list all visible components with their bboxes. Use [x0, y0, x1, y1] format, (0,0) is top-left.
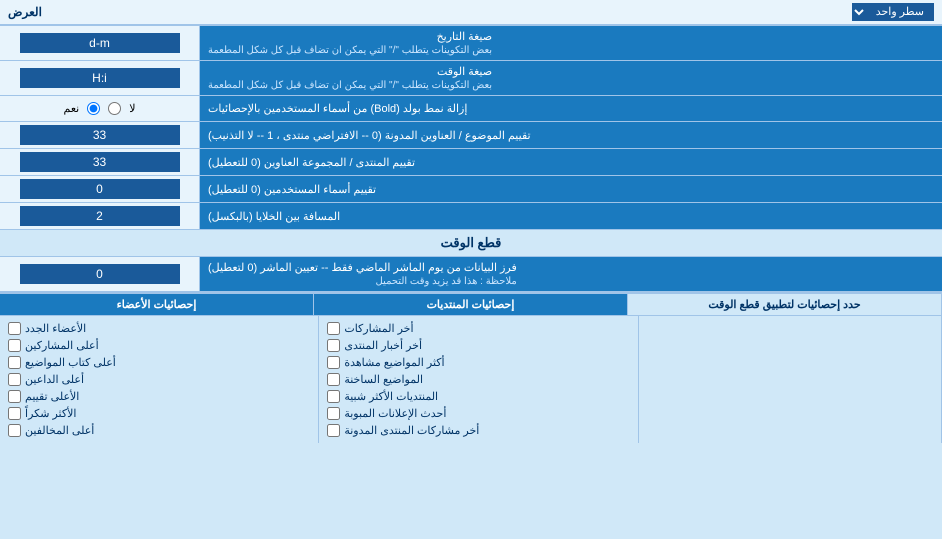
topic-order-label: تقييم الموضوع / العناوين المدونة (0 -- ا… [200, 122, 942, 148]
time-cut-row: فرز البيانات من يوم الماشر الماضي فقط --… [0, 257, 942, 292]
top-header: سطر واحد سطرين ثلاثة أسطر العرض [0, 0, 942, 26]
forum-order-input-cell [0, 149, 200, 175]
list-item: أخر مشاركات المنتدى المدونة [327, 422, 629, 439]
user-names-label: تقييم أسماء المستخدمين (0 للتعطيل) [200, 176, 942, 202]
forum-stats-header: إحصائيات المنتديات [314, 294, 628, 315]
forum-order-label: تقييم المنتدى / المجموعة العناوين (0 للت… [200, 149, 942, 175]
list-item: أخر المشاركات [327, 320, 629, 337]
list-item: الأعلى تقييم [8, 388, 310, 405]
user-names-input[interactable] [20, 179, 180, 199]
member-stats-header: إحصائيات الأعضاء [0, 294, 314, 315]
checkbox-forum-6[interactable] [327, 407, 340, 420]
top-header-right-label: العرض [8, 5, 42, 19]
time-cut-input-cell [0, 257, 200, 291]
time-format-row: صيغة الوقت بعض التكوينات يتطلب "/" التي … [0, 61, 942, 96]
spacing-input-cell [0, 203, 200, 229]
list-item: أعلى كتاب المواضيع [8, 354, 310, 371]
checkbox-member-6[interactable] [8, 407, 21, 420]
list-item: أعلى المخالفين [8, 422, 310, 439]
top-header-left: سطر واحد سطرين ثلاثة أسطر [852, 3, 934, 21]
list-item: أعلى الداعين [8, 371, 310, 388]
list-item: المنتديات الأكثر شبية [327, 388, 629, 405]
spacing-row: المسافة بين الخلايا (بالبكسل) [0, 203, 942, 230]
time-format-label: صيغة الوقت بعض التكوينات يتطلب "/" التي … [200, 61, 942, 95]
bold-no-label: لا [129, 102, 135, 115]
checkbox-member-4[interactable] [8, 373, 21, 386]
list-item: أخر أخبار المنتدى [327, 337, 629, 354]
list-item: أكثر المواضيع مشاهدة [327, 354, 629, 371]
list-item: الأعضاء الجدد [8, 320, 310, 337]
checkbox-member-1[interactable] [8, 322, 21, 335]
list-item: الأكثر شكراً [8, 405, 310, 422]
member-stats-column: الأعضاء الجدد أعلى المشاركين أعلى كتاب ا… [0, 316, 319, 443]
time-format-input[interactable] [20, 68, 180, 88]
checkbox-forum-1[interactable] [327, 322, 340, 335]
list-item: أحدث الإعلانات المبوبة [327, 405, 629, 422]
time-cut-header: قطع الوقت [0, 230, 942, 257]
list-item: المواضيع الساخنة [327, 371, 629, 388]
empty-col [639, 316, 942, 443]
date-format-row: صيغة التاريخ بعض التكوينات يتطلب "/" الت… [0, 26, 942, 61]
bold-remove-label: إزالة نمط بولد (Bold) من أسماء المستخدمي… [200, 96, 942, 121]
bottom-content: أخر المشاركات أخر أخبار المنتدى أكثر الم… [0, 316, 942, 443]
time-format-input-cell [0, 61, 200, 95]
checkbox-forum-7[interactable] [327, 424, 340, 437]
bold-remove-radio-cell: لا نعم [0, 96, 200, 121]
checkbox-member-5[interactable] [8, 390, 21, 403]
time-cut-input[interactable] [20, 264, 180, 284]
forum-order-input[interactable] [20, 152, 180, 172]
date-format-input[interactable] [20, 33, 180, 53]
bold-no-radio[interactable] [108, 102, 121, 115]
user-names-row: تقييم أسماء المستخدمين (0 للتعطيل) [0, 176, 942, 203]
topic-order-row: تقييم الموضوع / العناوين المدونة (0 -- ا… [0, 122, 942, 149]
checkbox-member-3[interactable] [8, 356, 21, 369]
checkbox-forum-3[interactable] [327, 356, 340, 369]
checkbox-forum-4[interactable] [327, 373, 340, 386]
checkbox-forum-2[interactable] [327, 339, 340, 352]
bold-yes-radio[interactable] [87, 102, 100, 115]
topic-order-input[interactable] [20, 125, 180, 145]
forum-stats-column: أخر المشاركات أخر أخبار المنتدى أكثر الم… [319, 316, 638, 443]
time-cut-label: فرز البيانات من يوم الماشر الماضي فقط --… [200, 257, 942, 291]
bold-remove-row: إزالة نمط بولد (Bold) من أسماء المستخدمي… [0, 96, 942, 122]
bold-yes-label: نعم [64, 102, 80, 115]
topic-order-input-cell [0, 122, 200, 148]
checkbox-member-7[interactable] [8, 424, 21, 437]
bottom-section: حدد إحصائيات لتطبيق قطع الوقت إحصائيات ا… [0, 292, 942, 443]
user-names-input-cell [0, 176, 200, 202]
date-format-label: صيغة التاريخ بعض التكوينات يتطلب "/" الت… [200, 26, 942, 60]
forum-order-row: تقييم المنتدى / المجموعة العناوين (0 للت… [0, 149, 942, 176]
spacing-input[interactable] [20, 206, 180, 226]
checkbox-member-2[interactable] [8, 339, 21, 352]
bottom-header-row: حدد إحصائيات لتطبيق قطع الوقت إحصائيات ا… [0, 294, 942, 316]
checkbox-forum-5[interactable] [327, 390, 340, 403]
date-format-input-cell [0, 26, 200, 60]
display-dropdown[interactable]: سطر واحد سطرين ثلاثة أسطر [852, 3, 934, 21]
stats-apply-label: حدد إحصائيات لتطبيق قطع الوقت [628, 294, 942, 315]
spacing-label: المسافة بين الخلايا (بالبكسل) [200, 203, 942, 229]
list-item: أعلى المشاركين [8, 337, 310, 354]
